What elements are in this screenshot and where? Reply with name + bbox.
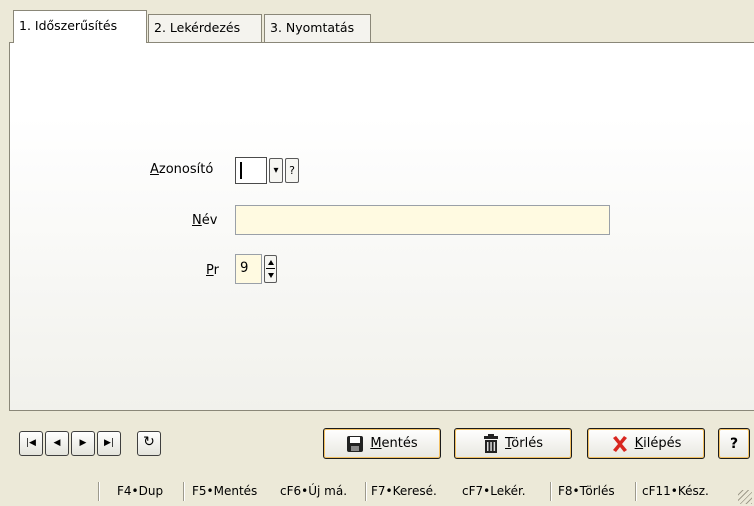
tab-idoszerusites[interactable]: 1. Időszerűsítés [13,10,147,43]
spin-divider [266,268,275,269]
save-label: Mentés [370,436,418,451]
status-separator [98,482,100,501]
trash-can-icon [484,434,499,453]
status-f4-dup[interactable]: F4•Dup [117,484,163,498]
floppy-disk-icon [347,435,364,452]
pr-input[interactable]: 9 [235,254,262,284]
delete-button[interactable]: Törlés [454,428,572,459]
azonosito-help-button[interactable]: ? [285,158,299,183]
status-cf11-kesz[interactable]: cF11•Kész. [642,484,709,498]
save-button[interactable]: Mentés [323,428,441,459]
status-f5-mentes[interactable]: F5•Mentés [192,484,257,498]
pr-label: Pr [206,263,219,278]
refresh-button[interactable]: ↻ [137,431,161,456]
prev-record-button[interactable]: ◀ [45,431,69,456]
tab-nyomtatas[interactable]: 3. Nyomtatás [264,14,371,42]
resize-grip[interactable] [738,490,752,504]
spin-up-icon[interactable] [268,260,274,265]
status-f8-torles[interactable]: F8•Törlés [558,484,615,498]
azonosito-dropdown-button[interactable]: ▾ [269,158,283,183]
last-record-button[interactable]: ▶| [97,431,121,456]
red-x-icon [612,435,627,452]
status-cf6-uj[interactable]: cF6•Új má. [280,484,347,498]
help-button[interactable]: ? [718,428,750,459]
exit-label: Kilépés [634,436,682,451]
text-caret [240,162,242,179]
status-separator [550,482,552,501]
delete-label: Törlés [505,436,543,451]
spin-down-icon[interactable] [268,273,274,278]
status-separator [365,482,367,501]
status-cf7-lekerdezes[interactable]: cF7•Lekér. [462,484,526,498]
status-separator [635,482,637,501]
first-record-button[interactable]: |◀ [19,431,43,456]
azonosito-label: Azonosító [150,162,214,177]
next-record-button[interactable]: ▶ [71,431,95,456]
tab-lekerdezes[interactable]: 2. Lekérdezés [148,14,262,42]
pr-spinner[interactable] [264,255,277,283]
status-separator [183,482,185,501]
azonosito-input[interactable] [235,157,267,184]
nev-input[interactable] [235,205,610,235]
exit-button[interactable]: Kilépés [587,428,705,459]
status-f7-kereses[interactable]: F7•Keresé. [371,484,437,498]
nev-label: Név [192,213,218,228]
